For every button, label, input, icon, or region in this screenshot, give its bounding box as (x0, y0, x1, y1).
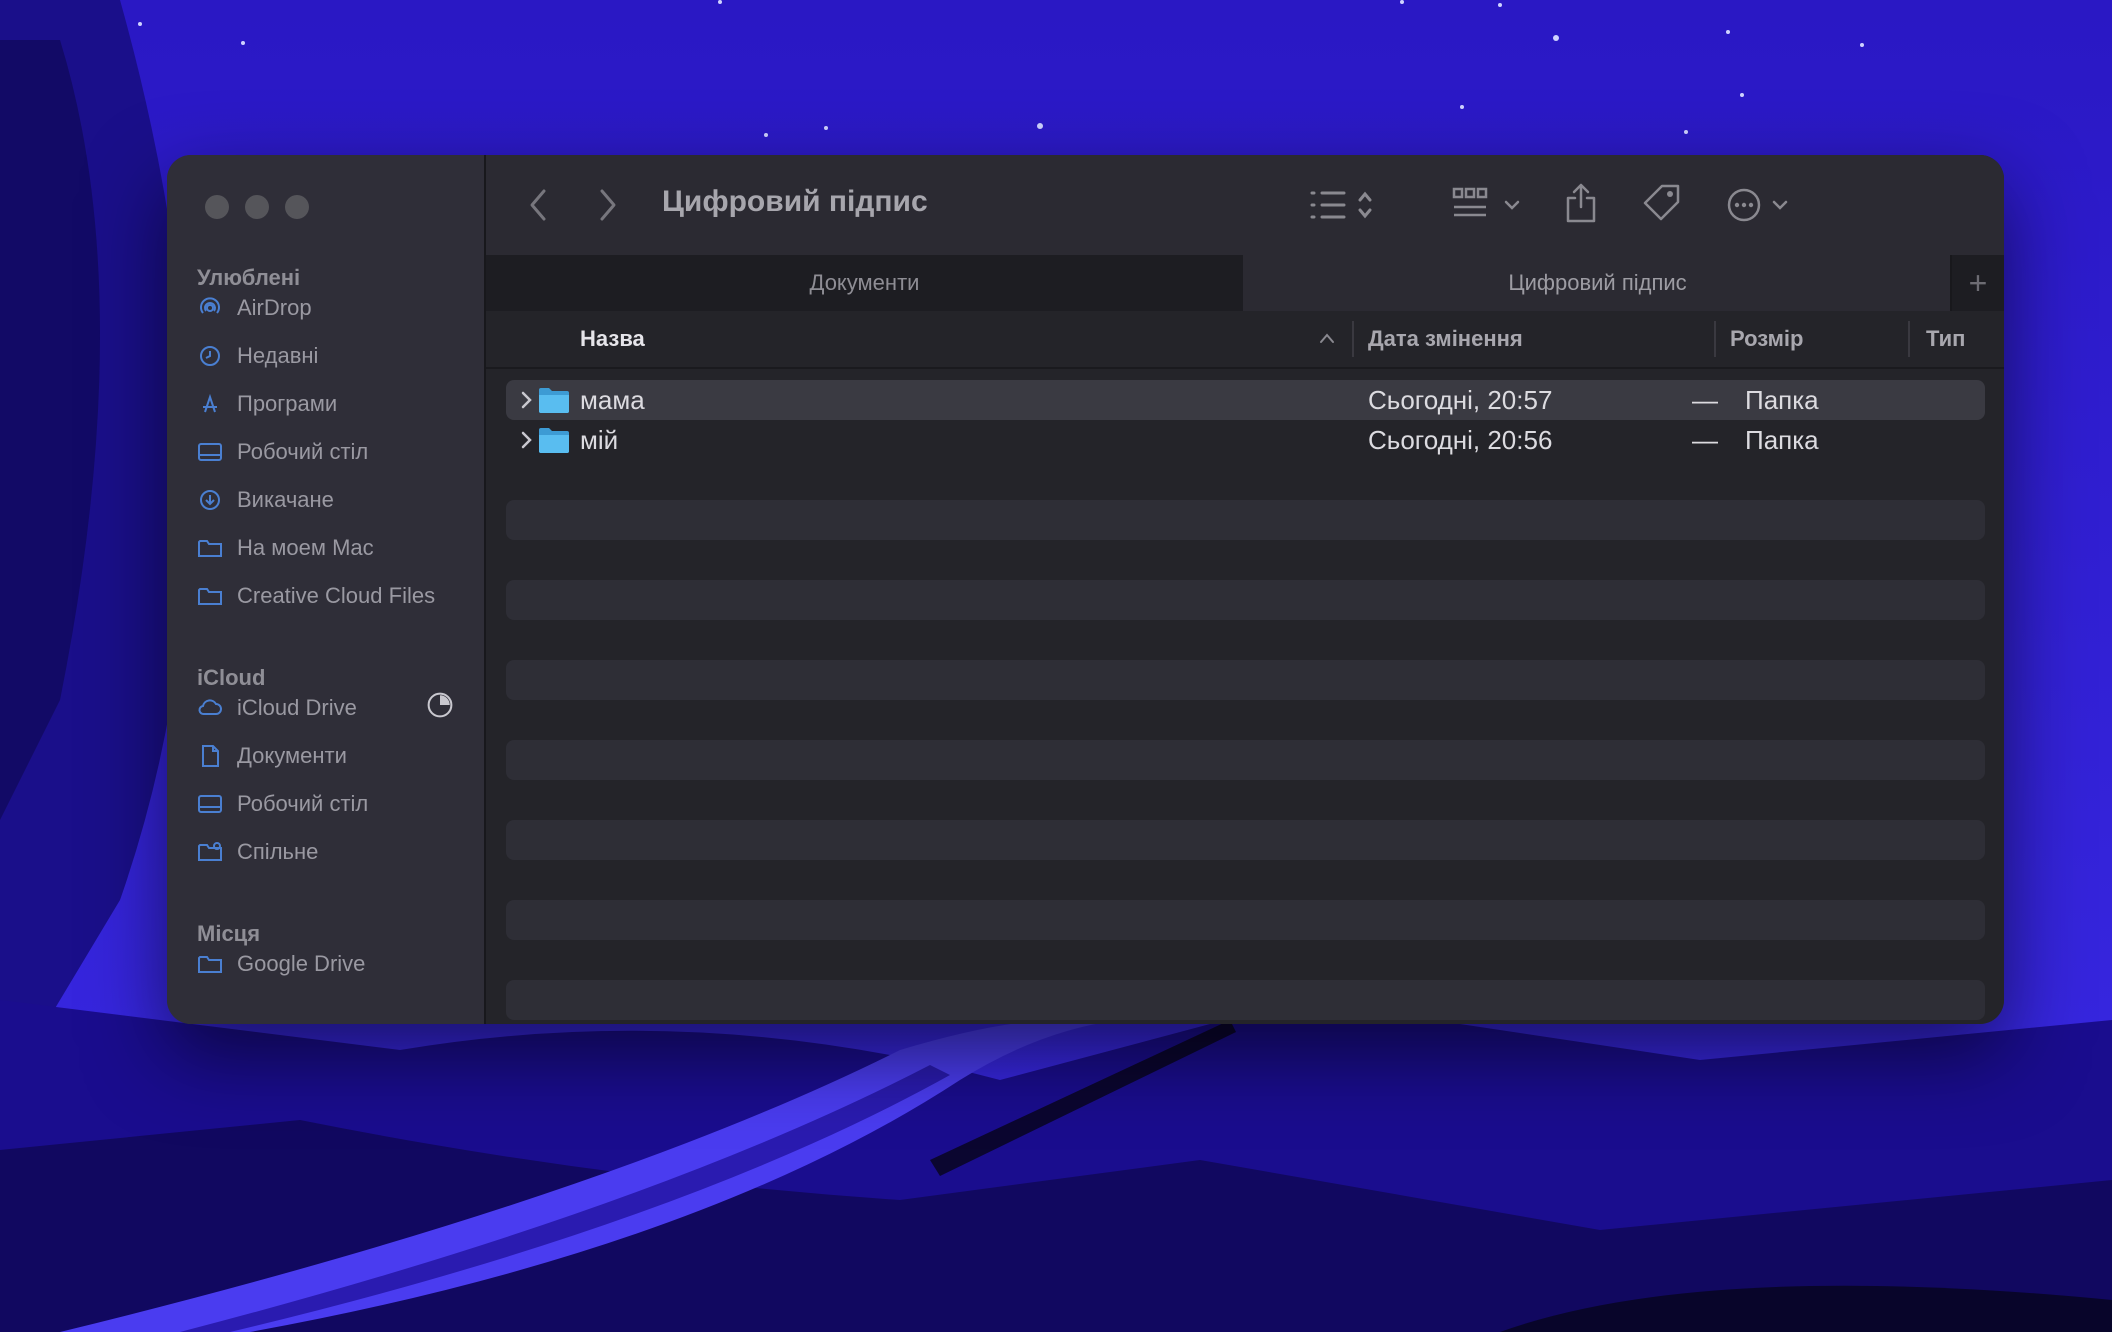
empty-row (506, 820, 1985, 860)
sidebar-item-label: Робочий стіл (237, 439, 369, 464)
sidebar-section-title: iCloud (197, 665, 266, 690)
sidebar-item-label: На моем Mac (237, 535, 374, 560)
tab-bar: Документи Цифровий підпис + (486, 255, 2004, 311)
finder-window: Улюблені AirDrop Недавні Програми Робочи… (167, 155, 2004, 1024)
folder-icon (198, 540, 222, 557)
sidebar: Улюблені AirDrop Недавні Програми Робочи… (167, 155, 486, 1024)
close-window-button[interactable] (205, 195, 229, 219)
file-row[interactable]: мама Сьогодні, 20:57 — Папка (506, 380, 1985, 420)
plus-icon: + (1968, 264, 1988, 301)
file-kind: Папка (1745, 384, 1819, 415)
column-kind[interactable]: Тип (1926, 311, 1965, 367)
tab-documents[interactable]: Документи (486, 255, 1243, 311)
sidebar-item-label: iCloud Drive (237, 695, 357, 720)
sidebar-item-applications[interactable]: Програми (197, 386, 467, 422)
sidebar-item-label: Програми (237, 391, 338, 416)
empty-row (506, 900, 1985, 940)
more-actions-icon[interactable] (1726, 185, 1796, 225)
group-icon[interactable] (1452, 185, 1528, 225)
column-size[interactable]: Розмір (1730, 311, 1804, 367)
sidebar-item-downloads[interactable]: Викачане (197, 482, 467, 518)
cloud-icon (198, 699, 222, 715)
sidebar-item-label: Недавні (237, 343, 319, 368)
folder-icon (198, 956, 222, 973)
sidebar-section-title: Улюблені (197, 265, 301, 290)
disclosure-triangle-icon[interactable] (514, 388, 538, 412)
sidebar-item-icloud-desktop[interactable]: Робочий стіл (197, 786, 467, 822)
download-icon (200, 490, 220, 510)
file-name: мій (580, 424, 619, 455)
sidebar-item-desktop[interactable]: Робочий стіл (197, 434, 467, 470)
empty-row (506, 500, 1985, 540)
file-name: мама (580, 384, 645, 415)
sidebar-section-title: Місця (197, 921, 261, 946)
sidebar-item-airdrop[interactable]: AirDrop (197, 290, 467, 326)
file-kind: Папка (1745, 424, 1819, 455)
back-icon[interactable] (526, 187, 550, 223)
empty-row (506, 980, 1985, 1020)
file-date: Сьогодні, 20:56 (1368, 424, 1553, 455)
file-date: Сьогодні, 20:57 (1368, 384, 1553, 415)
column-name[interactable]: Назва (580, 311, 645, 367)
desktop-icon (198, 443, 222, 461)
storage-pie-icon (427, 692, 453, 718)
sidebar-item-documents[interactable]: Документи (197, 738, 467, 774)
empty-row (506, 660, 1985, 700)
sidebar-item-label: Документи (237, 743, 347, 768)
tag-icon[interactable] (1642, 183, 1682, 223)
window-controls (205, 195, 309, 219)
document-icon (202, 745, 219, 767)
file-row[interactable]: мій Сьогодні, 20:56 — Папка (506, 420, 1985, 460)
clock-icon (200, 346, 220, 366)
sidebar-item-label: Google Drive (237, 951, 366, 976)
column-header: Назва Дата змінення Розмір Тип (486, 311, 2004, 369)
sidebar-item-creative-cloud[interactable]: Creative Cloud Files (197, 578, 467, 614)
sidebar-item-label: Creative Cloud Files (237, 583, 436, 608)
file-size: — (1692, 384, 1718, 415)
window-title: Цифровий підпис (662, 185, 928, 218)
sidebar-item-label: Викачане (237, 487, 334, 512)
toolbar: Цифровий підпис (486, 155, 2004, 255)
main-pane: Цифровий підпис Документи Цифровий підпи… (486, 155, 2004, 1024)
sidebar-item-google-drive[interactable]: Google Drive (197, 946, 467, 982)
empty-row (506, 580, 1985, 620)
forward-icon[interactable] (596, 187, 620, 223)
desktop-icon (198, 795, 222, 813)
sidebar-item-label: Робочий стіл (237, 791, 369, 816)
shared-folder-icon (198, 842, 222, 861)
new-tab-button[interactable]: + (1950, 255, 2004, 311)
folder-icon (539, 388, 569, 413)
applications-icon (203, 393, 217, 413)
disclosure-triangle-icon[interactable] (514, 428, 538, 452)
file-size: — (1692, 424, 1718, 455)
column-date-modified[interactable]: Дата змінення (1368, 311, 1523, 367)
sidebar-item-label: AirDrop (237, 295, 312, 320)
sort-ascending-icon[interactable] (1318, 331, 1336, 345)
folder-icon (539, 428, 569, 453)
empty-row (506, 740, 1985, 780)
folder-icon (198, 588, 222, 605)
sidebar-item-shared[interactable]: Спільне (197, 834, 467, 870)
minimize-window-button[interactable] (245, 195, 269, 219)
sidebar-item-label: Спільне (237, 839, 319, 864)
column-divider[interactable] (1908, 321, 1910, 357)
tab-digital-signature[interactable]: Цифровий підпис (1243, 255, 1952, 311)
sidebar-item-on-my-mac[interactable]: На моем Mac (197, 530, 467, 566)
sidebar-item-recents[interactable]: Недавні (197, 338, 467, 374)
sidebar-item-icloud-drive[interactable]: iCloud Drive (197, 690, 467, 726)
column-divider[interactable] (1352, 321, 1354, 357)
list-view-icon[interactable] (1308, 187, 1380, 223)
airdrop-icon (200, 297, 220, 314)
share-icon[interactable] (1564, 181, 1598, 225)
column-divider[interactable] (1714, 321, 1716, 357)
zoom-window-button[interactable] (285, 195, 309, 219)
